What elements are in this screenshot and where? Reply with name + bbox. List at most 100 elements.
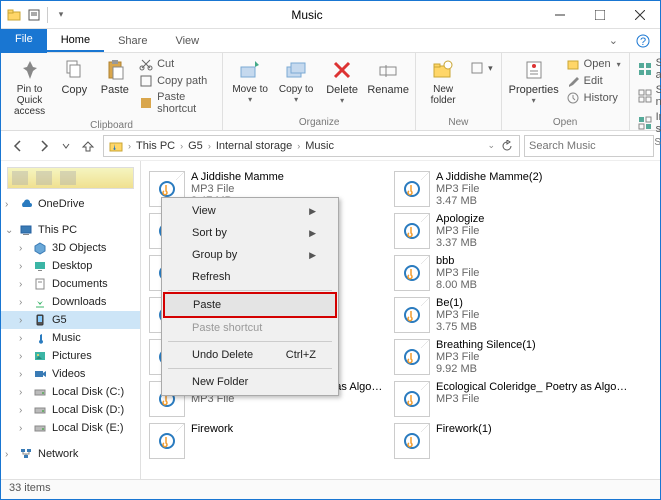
select-none-button[interactable]: Select none xyxy=(636,83,661,109)
properties-button[interactable]: Properties▾ xyxy=(508,56,560,107)
ribbon-tabs: File Home Share View ⌄ ? xyxy=(1,29,660,53)
pastesc-icon xyxy=(139,96,153,110)
ctx-refresh[interactable]: Refresh xyxy=(164,266,336,288)
paste-button[interactable]: Paste xyxy=(97,56,134,98)
newfolder-icon xyxy=(431,58,455,82)
copy-icon xyxy=(62,58,86,82)
tree-network[interactable]: ›Network xyxy=(1,445,140,463)
group-label: Clipboard xyxy=(7,119,216,132)
file-item[interactable]: Ecological Coleridge_ Poetry as Algorith… xyxy=(390,379,635,419)
folder-icon xyxy=(7,8,21,22)
ribbon: Pin to Quick access Copy Paste Cut Copy … xyxy=(1,53,660,131)
cut-button[interactable]: Cut xyxy=(137,56,216,72)
qat-dropdown-icon[interactable]: ▾ xyxy=(54,8,68,22)
pin-icon xyxy=(18,58,42,82)
nav-tree: ›OneDrive ⌄This PC ›3D Objects›Desktop›D… xyxy=(1,161,141,479)
network-icon xyxy=(19,447,33,461)
copyto-icon xyxy=(284,58,308,82)
status-bar: 33 items xyxy=(1,479,660,499)
edit-button[interactable]: Edit xyxy=(564,73,623,89)
edit-icon xyxy=(566,74,580,88)
up-button[interactable] xyxy=(77,135,99,157)
open-icon xyxy=(566,57,580,71)
qat-separator xyxy=(47,7,48,23)
file-item[interactable]: A Jiddishe Mamme(2)MP3 File3.47 MB xyxy=(390,169,635,209)
tree-item-videos[interactable]: ›Videos xyxy=(1,365,140,383)
file-item[interactable]: Be(1)MP3 File3.75 MB xyxy=(390,295,635,335)
group-label: Organize xyxy=(229,116,409,129)
rename-icon xyxy=(376,58,400,82)
tree-item-local-disk-d-[interactable]: ›Local Disk (D:) xyxy=(1,401,140,419)
ctx-sortby[interactable]: Sort by▶ xyxy=(164,222,336,244)
group-new: New folder ▾ New xyxy=(416,53,502,130)
mp3-file-icon xyxy=(394,255,430,291)
maximize-button[interactable] xyxy=(580,1,620,29)
file-item[interactable]: bbbMP3 File8.00 MB xyxy=(390,253,635,293)
tree-item-local-disk-e-[interactable]: ›Local Disk (E:) xyxy=(1,419,140,437)
mp3-file-icon xyxy=(394,339,430,375)
file-item[interactable]: Breathing Silence(1)MP3 File9.92 MB xyxy=(390,337,635,377)
pin-quick-access-button[interactable]: Pin to Quick access xyxy=(7,56,52,119)
cut-icon xyxy=(139,57,153,71)
tree-item-g5[interactable]: ›G5 xyxy=(1,311,140,329)
tab-file[interactable]: File xyxy=(1,29,47,53)
copy-path-button[interactable]: Copy path xyxy=(137,73,216,89)
file-item[interactable]: Firework(1) xyxy=(390,421,635,461)
open-button[interactable]: Open▾ xyxy=(564,56,623,72)
rename-button[interactable]: Rename xyxy=(367,56,409,98)
select-all-button[interactable]: Select all xyxy=(636,56,661,82)
breadcrumb-dropdown-icon[interactable]: ⌄ xyxy=(487,140,495,151)
ctx-view[interactable]: View▶ xyxy=(164,200,336,222)
address-bar: › This PC› G5› Internal storage› Music ⌄ xyxy=(1,131,660,161)
ctx-undo[interactable]: Undo DeleteCtrl+Z xyxy=(164,344,336,366)
tree-item-downloads[interactable]: ›Downloads xyxy=(1,293,140,311)
tree-item-local-disk-c-[interactable]: ›Local Disk (C:) xyxy=(1,383,140,401)
context-menu: View▶ Sort by▶ Group by▶ Refresh Paste P… xyxy=(161,197,339,396)
copy-button[interactable]: Copy xyxy=(56,56,93,98)
qat-properties-icon[interactable] xyxy=(27,8,41,22)
refresh-icon[interactable] xyxy=(497,140,517,152)
tab-home[interactable]: Home xyxy=(47,30,104,52)
tab-view[interactable]: View xyxy=(161,31,213,51)
tree-item-documents[interactable]: ›Documents xyxy=(1,275,140,293)
ribbon-collapse-icon[interactable]: ⌄ xyxy=(601,34,626,47)
tree-item-music[interactable]: ›Music xyxy=(1,329,140,347)
ctx-newfolder[interactable]: New Folder xyxy=(164,371,336,393)
ctx-paste-shortcut: Paste shortcut xyxy=(164,317,336,339)
help-icon[interactable]: ? xyxy=(626,34,660,48)
moveto-icon xyxy=(238,58,262,82)
ctx-paste[interactable]: Paste xyxy=(163,292,337,318)
tree-item-pictures[interactable]: ›Pictures xyxy=(1,347,140,365)
tree-onedrive[interactable]: ›OneDrive xyxy=(1,195,140,213)
pc-icon xyxy=(19,223,33,237)
delete-icon xyxy=(330,58,354,82)
mp3-file-icon xyxy=(394,423,430,459)
tree-thispc[interactable]: ⌄This PC xyxy=(1,221,140,239)
mp3-file-icon xyxy=(394,171,430,207)
paste-shortcut-button[interactable]: Paste shortcut xyxy=(137,90,216,116)
close-button[interactable] xyxy=(620,1,660,29)
invert-selection-button[interactable]: Invert selection xyxy=(636,110,661,136)
tab-share[interactable]: Share xyxy=(104,31,161,51)
properties-icon xyxy=(522,58,546,82)
history-button[interactable]: History xyxy=(564,90,623,106)
copy-to-button[interactable]: Copy to▾ xyxy=(275,56,317,106)
tree-item-3d-objects[interactable]: ›3D Objects xyxy=(1,239,140,257)
recent-dropdown[interactable] xyxy=(59,135,73,157)
minimize-button[interactable] xyxy=(540,1,580,29)
tree-item-desktop[interactable]: ›Desktop xyxy=(1,257,140,275)
breadcrumb[interactable]: › This PC› G5› Internal storage› Music ⌄ xyxy=(103,135,520,157)
delete-button[interactable]: Delete▾ xyxy=(321,56,363,107)
new-item-button[interactable]: ▾ xyxy=(468,60,495,76)
group-organize: Move to▾ Copy to▾ Delete▾ Rename Organiz… xyxy=(223,53,416,130)
quick-access[interactable] xyxy=(7,167,134,189)
forward-button[interactable] xyxy=(33,135,55,157)
back-button[interactable] xyxy=(7,135,29,157)
file-item[interactable]: Firework xyxy=(145,421,390,461)
move-to-button[interactable]: Move to▾ xyxy=(229,56,271,106)
paste-icon xyxy=(103,58,127,82)
new-folder-button[interactable]: New folder xyxy=(422,56,464,108)
ctx-groupby[interactable]: Group by▶ xyxy=(164,244,336,266)
search-input[interactable] xyxy=(524,135,654,157)
file-item[interactable]: ApologizeMP3 File3.37 MB xyxy=(390,211,635,251)
